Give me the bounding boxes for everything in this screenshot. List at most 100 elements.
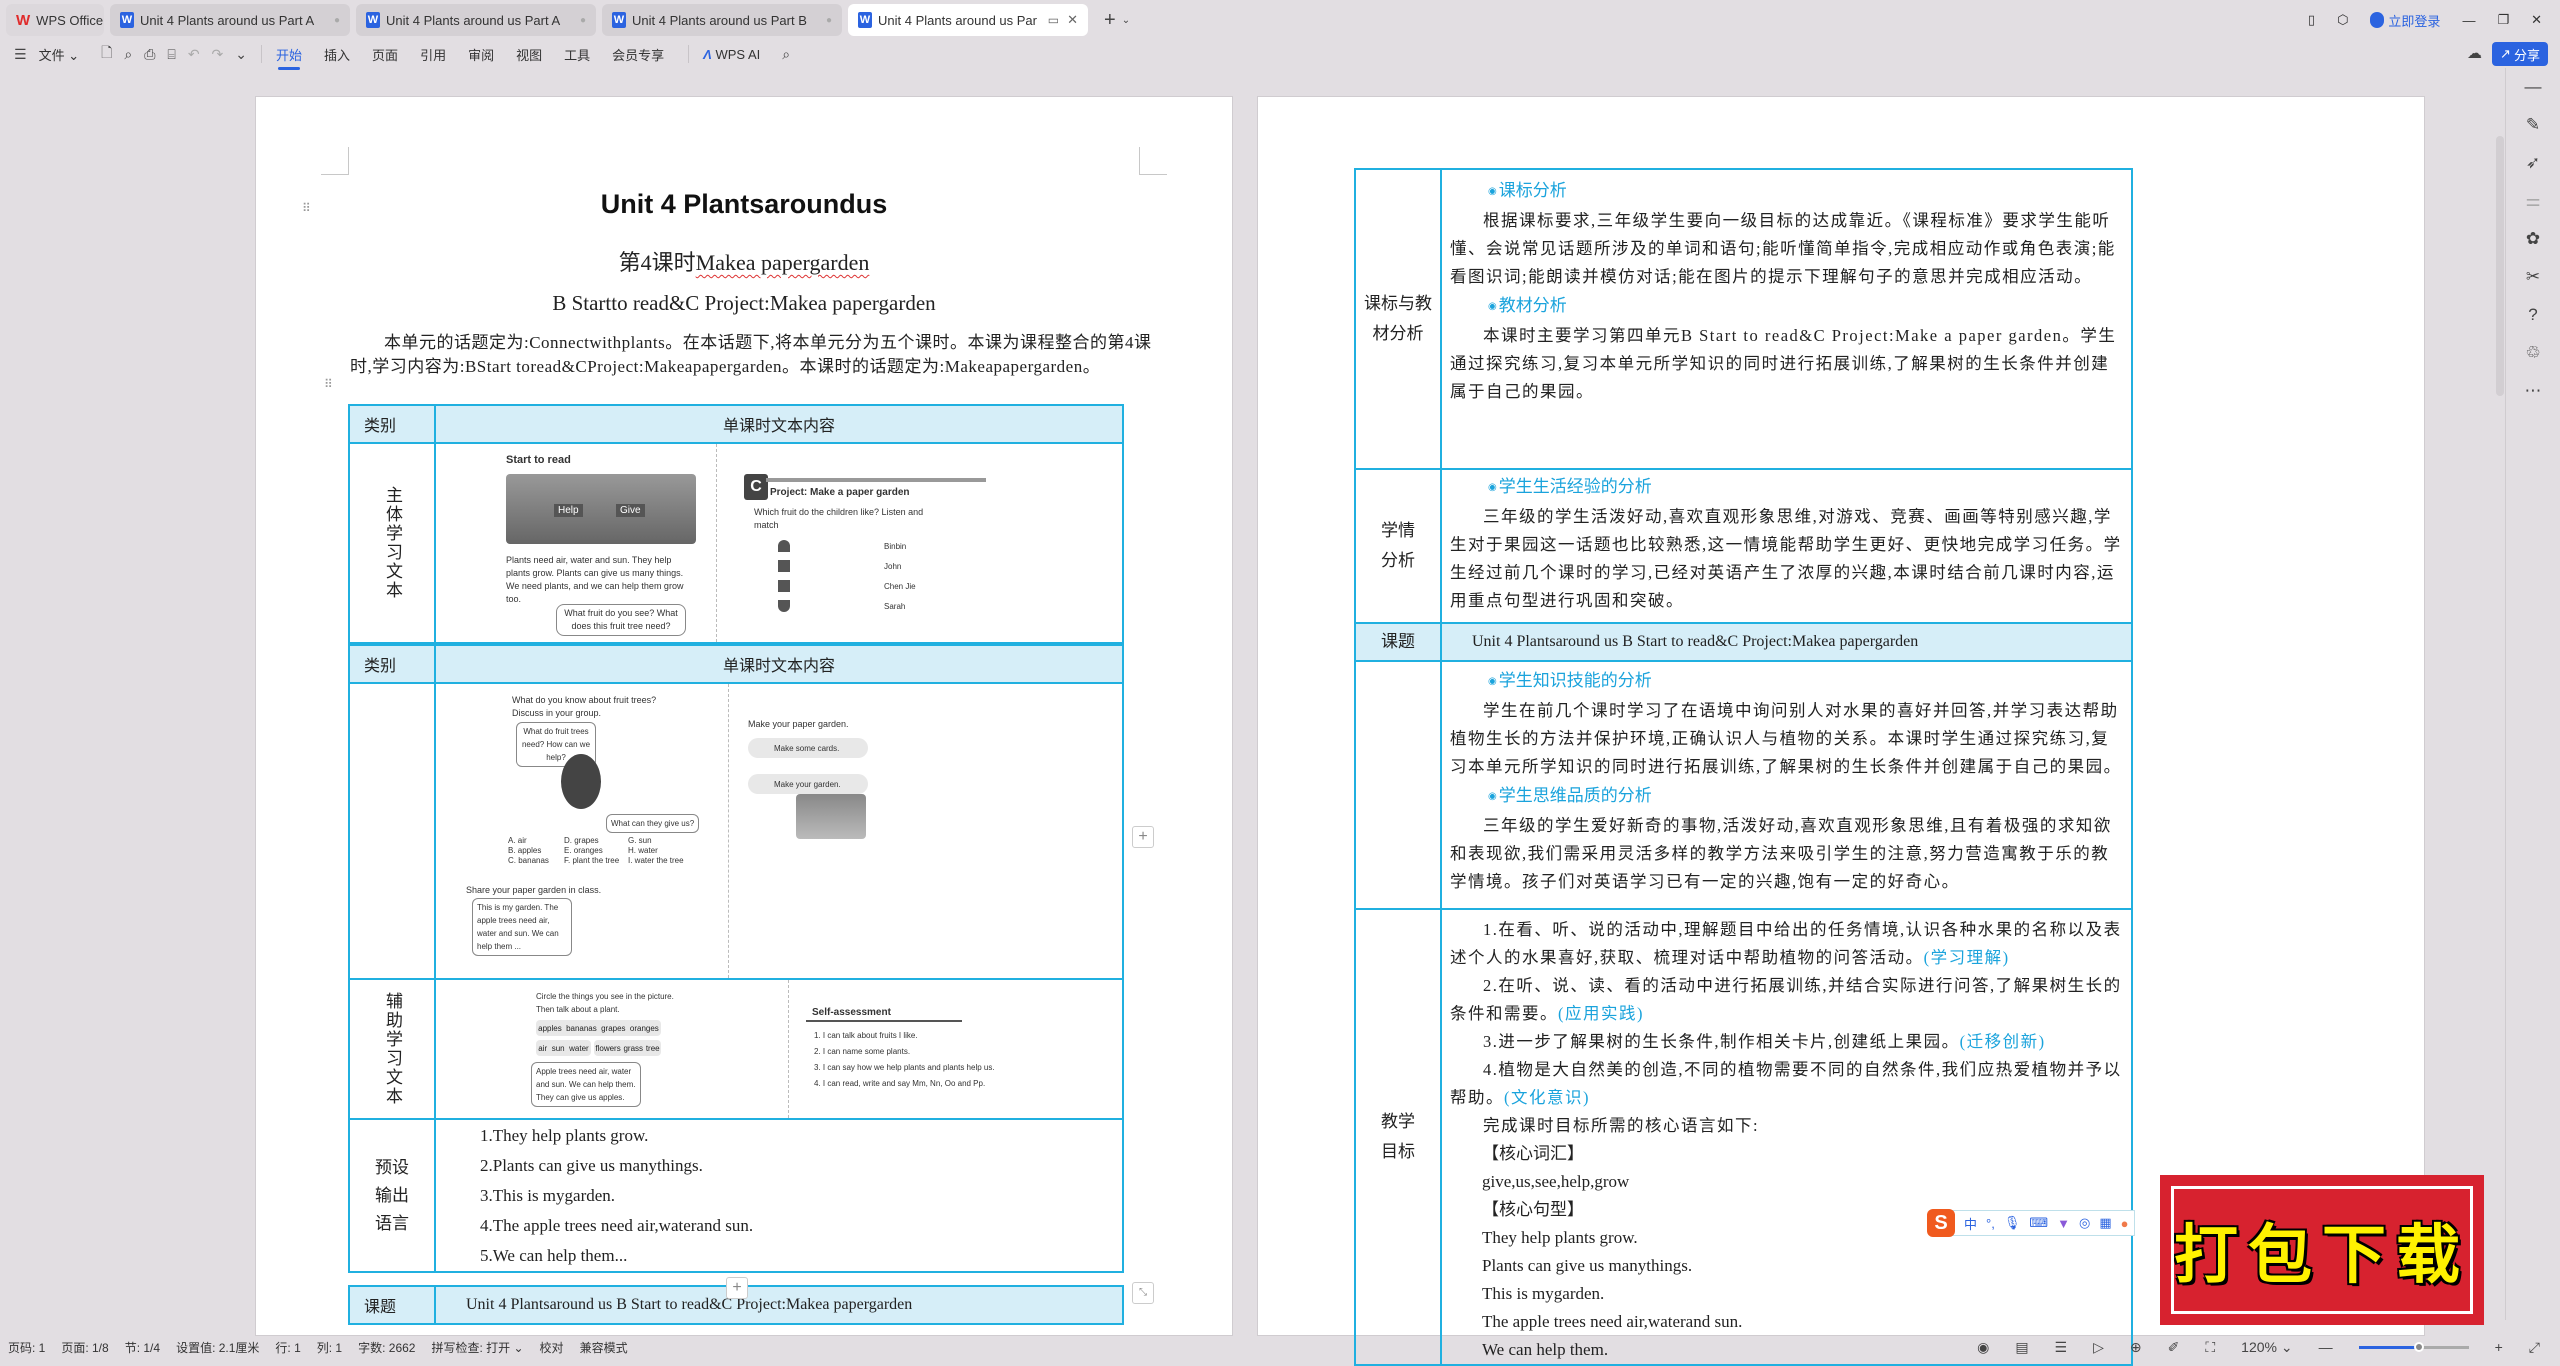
print-preview-icon[interactable]: ⌸ bbox=[167, 46, 175, 63]
outline-view-icon[interactable]: ☰ bbox=[2055, 1339, 2068, 1356]
wps-ai-button[interactable]: Λ WPS AI bbox=[703, 47, 760, 62]
tools-icon[interactable]: ✂ bbox=[2506, 258, 2560, 296]
topic-value: Unit 4 Plantsaround us B Start to read&C… bbox=[434, 1285, 1124, 1325]
status-word-count[interactable]: 字数: 2662 bbox=[358, 1339, 415, 1356]
redo-icon[interactable]: ↷ bbox=[212, 46, 224, 63]
skin-shirt-icon[interactable]: ▼ bbox=[2057, 1216, 2070, 1231]
file-menu[interactable]: 文件 ⌄ bbox=[39, 45, 80, 64]
lesson-plan-table: 课标与教材分析 课标分析 根据课标要求,三年级学生要向一级目标的达成靠近。《课程… bbox=[1354, 168, 2133, 1366]
vertical-scrollbar[interactable] bbox=[2494, 110, 2504, 1210]
image-divider bbox=[716, 444, 717, 642]
unsaved-dot-icon: ● bbox=[333, 14, 340, 26]
ime-mode[interactable]: 中 bbox=[1964, 1214, 1977, 1233]
tab-wps-home[interactable]: W WPS Office bbox=[6, 4, 104, 36]
document-title: Unit 4 Plantsaroundus bbox=[600, 189, 888, 219]
new-tab-button[interactable]: + bbox=[1104, 9, 1116, 32]
open-icon[interactable]: ⌕ bbox=[124, 46, 132, 63]
table-handle-icon[interactable]: ⠿ bbox=[324, 377, 333, 391]
pen-icon[interactable]: ✎ bbox=[2506, 106, 2560, 144]
intro-paragraph: 本单元的话题定为:Connectwithplants。在本话题下,将本单元分为五… bbox=[350, 333, 1152, 376]
restore-button[interactable]: ❐ bbox=[2497, 12, 2509, 28]
zoom-slider-knob[interactable] bbox=[2414, 1341, 2425, 1352]
chevron-down-icon[interactable]: ⌄ bbox=[1122, 15, 1130, 26]
mascot-icon[interactable]: ● bbox=[2121, 1216, 2129, 1231]
select-arrow-icon[interactable]: ➶ bbox=[2506, 144, 2560, 182]
more-icon[interactable]: ⋯ bbox=[2506, 372, 2560, 410]
tab-document[interactable]: W Unit 4 Plants around us Part A ● bbox=[356, 4, 596, 36]
download-bundle-stamp[interactable]: 打包下载 bbox=[2160, 1175, 2484, 1325]
menu-member[interactable]: 会员专享 bbox=[612, 45, 664, 64]
skin-icon[interactable]: ♲ bbox=[2506, 334, 2560, 372]
margin-corner-mark bbox=[1139, 147, 1167, 175]
new-doc-icon[interactable]: 🗋 bbox=[101, 42, 112, 66]
page-view-icon[interactable]: ▤ bbox=[2015, 1339, 2028, 1356]
scrollbar-thumb[interactable] bbox=[2496, 136, 2504, 396]
status-page-count[interactable]: 页面: 1/8 bbox=[61, 1339, 108, 1356]
share-button[interactable]: ↗ 分享 bbox=[2492, 42, 2548, 66]
close-window-button[interactable]: ✕ bbox=[2531, 12, 2542, 28]
word-doc-icon: W bbox=[858, 12, 872, 28]
row-label-main-text: 主体学习文本 bbox=[348, 442, 436, 644]
document-page-2: 课标与教材分析 课标分析 根据课标要求,三年级学生要向一级目标的达成靠近。《课程… bbox=[1257, 96, 2425, 1366]
close-tab-icon[interactable]: ✕ bbox=[1067, 12, 1078, 28]
adjust-sliders-icon[interactable]: ⚌ bbox=[2506, 182, 2560, 220]
make-garden-image: Make your paper garden. Make some cards.… bbox=[736, 684, 1036, 978]
ribbon-toolbar: ☰ 文件 ⌄ 🗋 ⌕ ⎙ ⌸ ↶ ↷ ⌄ 开始 插入 页面 引用 审阅 视图 工… bbox=[0, 40, 2560, 70]
cloud-upload-icon[interactable]: ☁ bbox=[2467, 44, 2482, 62]
fullscreen-icon[interactable]: ⤢ bbox=[2529, 1339, 2540, 1356]
section-heading: 学生思维品质的分析 bbox=[1442, 781, 2131, 812]
menu-references[interactable]: 引用 bbox=[420, 45, 446, 64]
tablet-icon[interactable]: ▯ bbox=[2308, 12, 2315, 28]
add-column-button[interactable]: + bbox=[1132, 826, 1154, 848]
menu-tools[interactable]: 工具 bbox=[564, 45, 590, 64]
punctuation-icon[interactable]: °, bbox=[1986, 1216, 1995, 1231]
menu-insert[interactable]: 插入 bbox=[324, 45, 350, 64]
fruit-tree-illustration bbox=[506, 474, 696, 544]
write-mode-icon[interactable]: ✐ bbox=[2168, 1339, 2180, 1356]
help-icon[interactable]: ? bbox=[2506, 296, 2560, 334]
cube-icon[interactable]: ⬡ bbox=[2337, 12, 2348, 28]
zoom-slider[interactable] bbox=[2358, 1341, 2469, 1352]
minimize-button[interactable]: — bbox=[2462, 13, 2475, 28]
proofread-button[interactable]: 校对 bbox=[540, 1339, 564, 1356]
theme-icon[interactable]: ✿ bbox=[2506, 220, 2560, 258]
status-setting-value[interactable]: 设置值: 2.1厘米 bbox=[176, 1339, 259, 1356]
table-header-category: 类别 bbox=[348, 404, 436, 444]
menu-home[interactable]: 开始 bbox=[276, 45, 302, 70]
tab-document[interactable]: W Unit 4 Plants around us Part B ● bbox=[602, 4, 842, 36]
table-resize-handle[interactable]: ⤡ bbox=[1132, 1282, 1154, 1304]
collapse-icon[interactable]: — bbox=[2506, 68, 2560, 106]
menu-page[interactable]: 页面 bbox=[372, 45, 398, 64]
play-icon[interactable]: ▷ bbox=[2093, 1339, 2104, 1356]
zoom-in-button[interactable]: + bbox=[2495, 1339, 2503, 1355]
fit-page-icon[interactable]: ⛶ bbox=[2205, 1339, 2215, 1356]
menu-view[interactable]: 视图 bbox=[516, 45, 542, 64]
apps-grid-icon[interactable]: ▦ bbox=[2099, 1215, 2111, 1231]
search-icon[interactable]: ⌕ bbox=[782, 46, 790, 63]
tab-document[interactable]: W Unit 4 Plants around us Part A ● bbox=[110, 4, 350, 36]
eye-protect-icon[interactable]: ◉ bbox=[1977, 1339, 1989, 1356]
status-section[interactable]: 节: 1/4 bbox=[125, 1339, 160, 1356]
undo-icon[interactable]: ↶ bbox=[188, 46, 200, 63]
tab-document-active[interactable]: W Unit 4 Plants around us Par ▭ ✕ bbox=[848, 4, 1088, 36]
game-icon[interactable]: ◎ bbox=[2079, 1215, 2090, 1231]
spell-check-toggle[interactable]: 拼写检查: 打开 ⌄ bbox=[431, 1339, 523, 1356]
zoom-level[interactable]: 120% ⌄ bbox=[2241, 1339, 2292, 1356]
zoom-out-button[interactable]: — bbox=[2319, 1339, 2333, 1355]
right-sidebar: — ✎ ➶ ⚌ ✿ ✂ ? ♲ ⋯ bbox=[2505, 68, 2560, 1320]
monitor-icon[interactable]: ▭ bbox=[1048, 13, 1059, 27]
ime-toolbar[interactable]: S 中 °, 🎙 ⌨ ▼ ◎ ▦ ● bbox=[1927, 1209, 2136, 1237]
section-heading: 课标分析 bbox=[1442, 176, 2131, 207]
project-image: C Project: Make a paper garden Which fru… bbox=[726, 444, 1026, 642]
status-page-number[interactable]: 页码: 1 bbox=[8, 1339, 45, 1356]
keyboard-icon[interactable]: ⌨ bbox=[2029, 1215, 2048, 1231]
hamburger-menu-icon[interactable]: ☰ bbox=[14, 46, 27, 63]
menu-review[interactable]: 审阅 bbox=[468, 45, 494, 64]
more-chevron-icon[interactable]: ⌄ bbox=[235, 46, 247, 63]
web-view-icon[interactable]: ⊕ bbox=[2130, 1339, 2142, 1356]
add-row-button[interactable]: + bbox=[726, 1277, 748, 1299]
microphone-icon[interactable]: 🎙 bbox=[2004, 1215, 2021, 1231]
print-icon[interactable]: ⎙ bbox=[144, 46, 155, 63]
status-column: 列: 1 bbox=[316, 1340, 343, 1355]
login-button[interactable]: 立即登录 bbox=[2370, 11, 2440, 30]
